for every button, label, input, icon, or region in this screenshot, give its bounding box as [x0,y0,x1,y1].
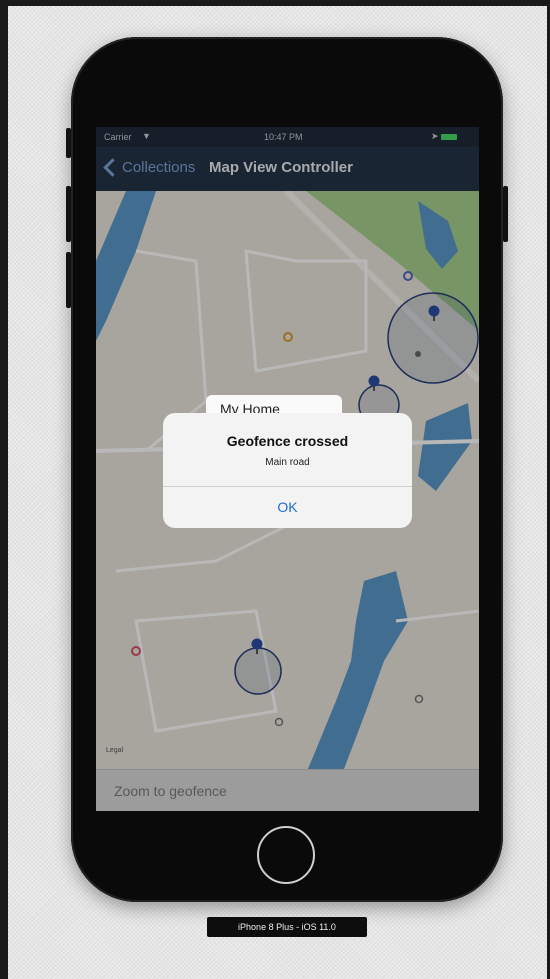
volume-down-button [66,252,71,308]
alert-dialog: Geofence crossed Main road OK [163,413,412,528]
device-label: iPhone 8 Plus - iOS 11.0 [207,917,367,937]
alert-message: Main road [265,457,310,468]
device-screen: Carrier ▼ 10:47 PM ➤ Collections Map Vie… [96,127,479,811]
ok-button[interactable]: OK [163,487,412,528]
volume-up-button [66,186,71,242]
mute-switch [66,128,71,158]
power-button [503,186,508,242]
alert-title: Geofence crossed [226,433,349,449]
home-button[interactable] [257,826,315,884]
